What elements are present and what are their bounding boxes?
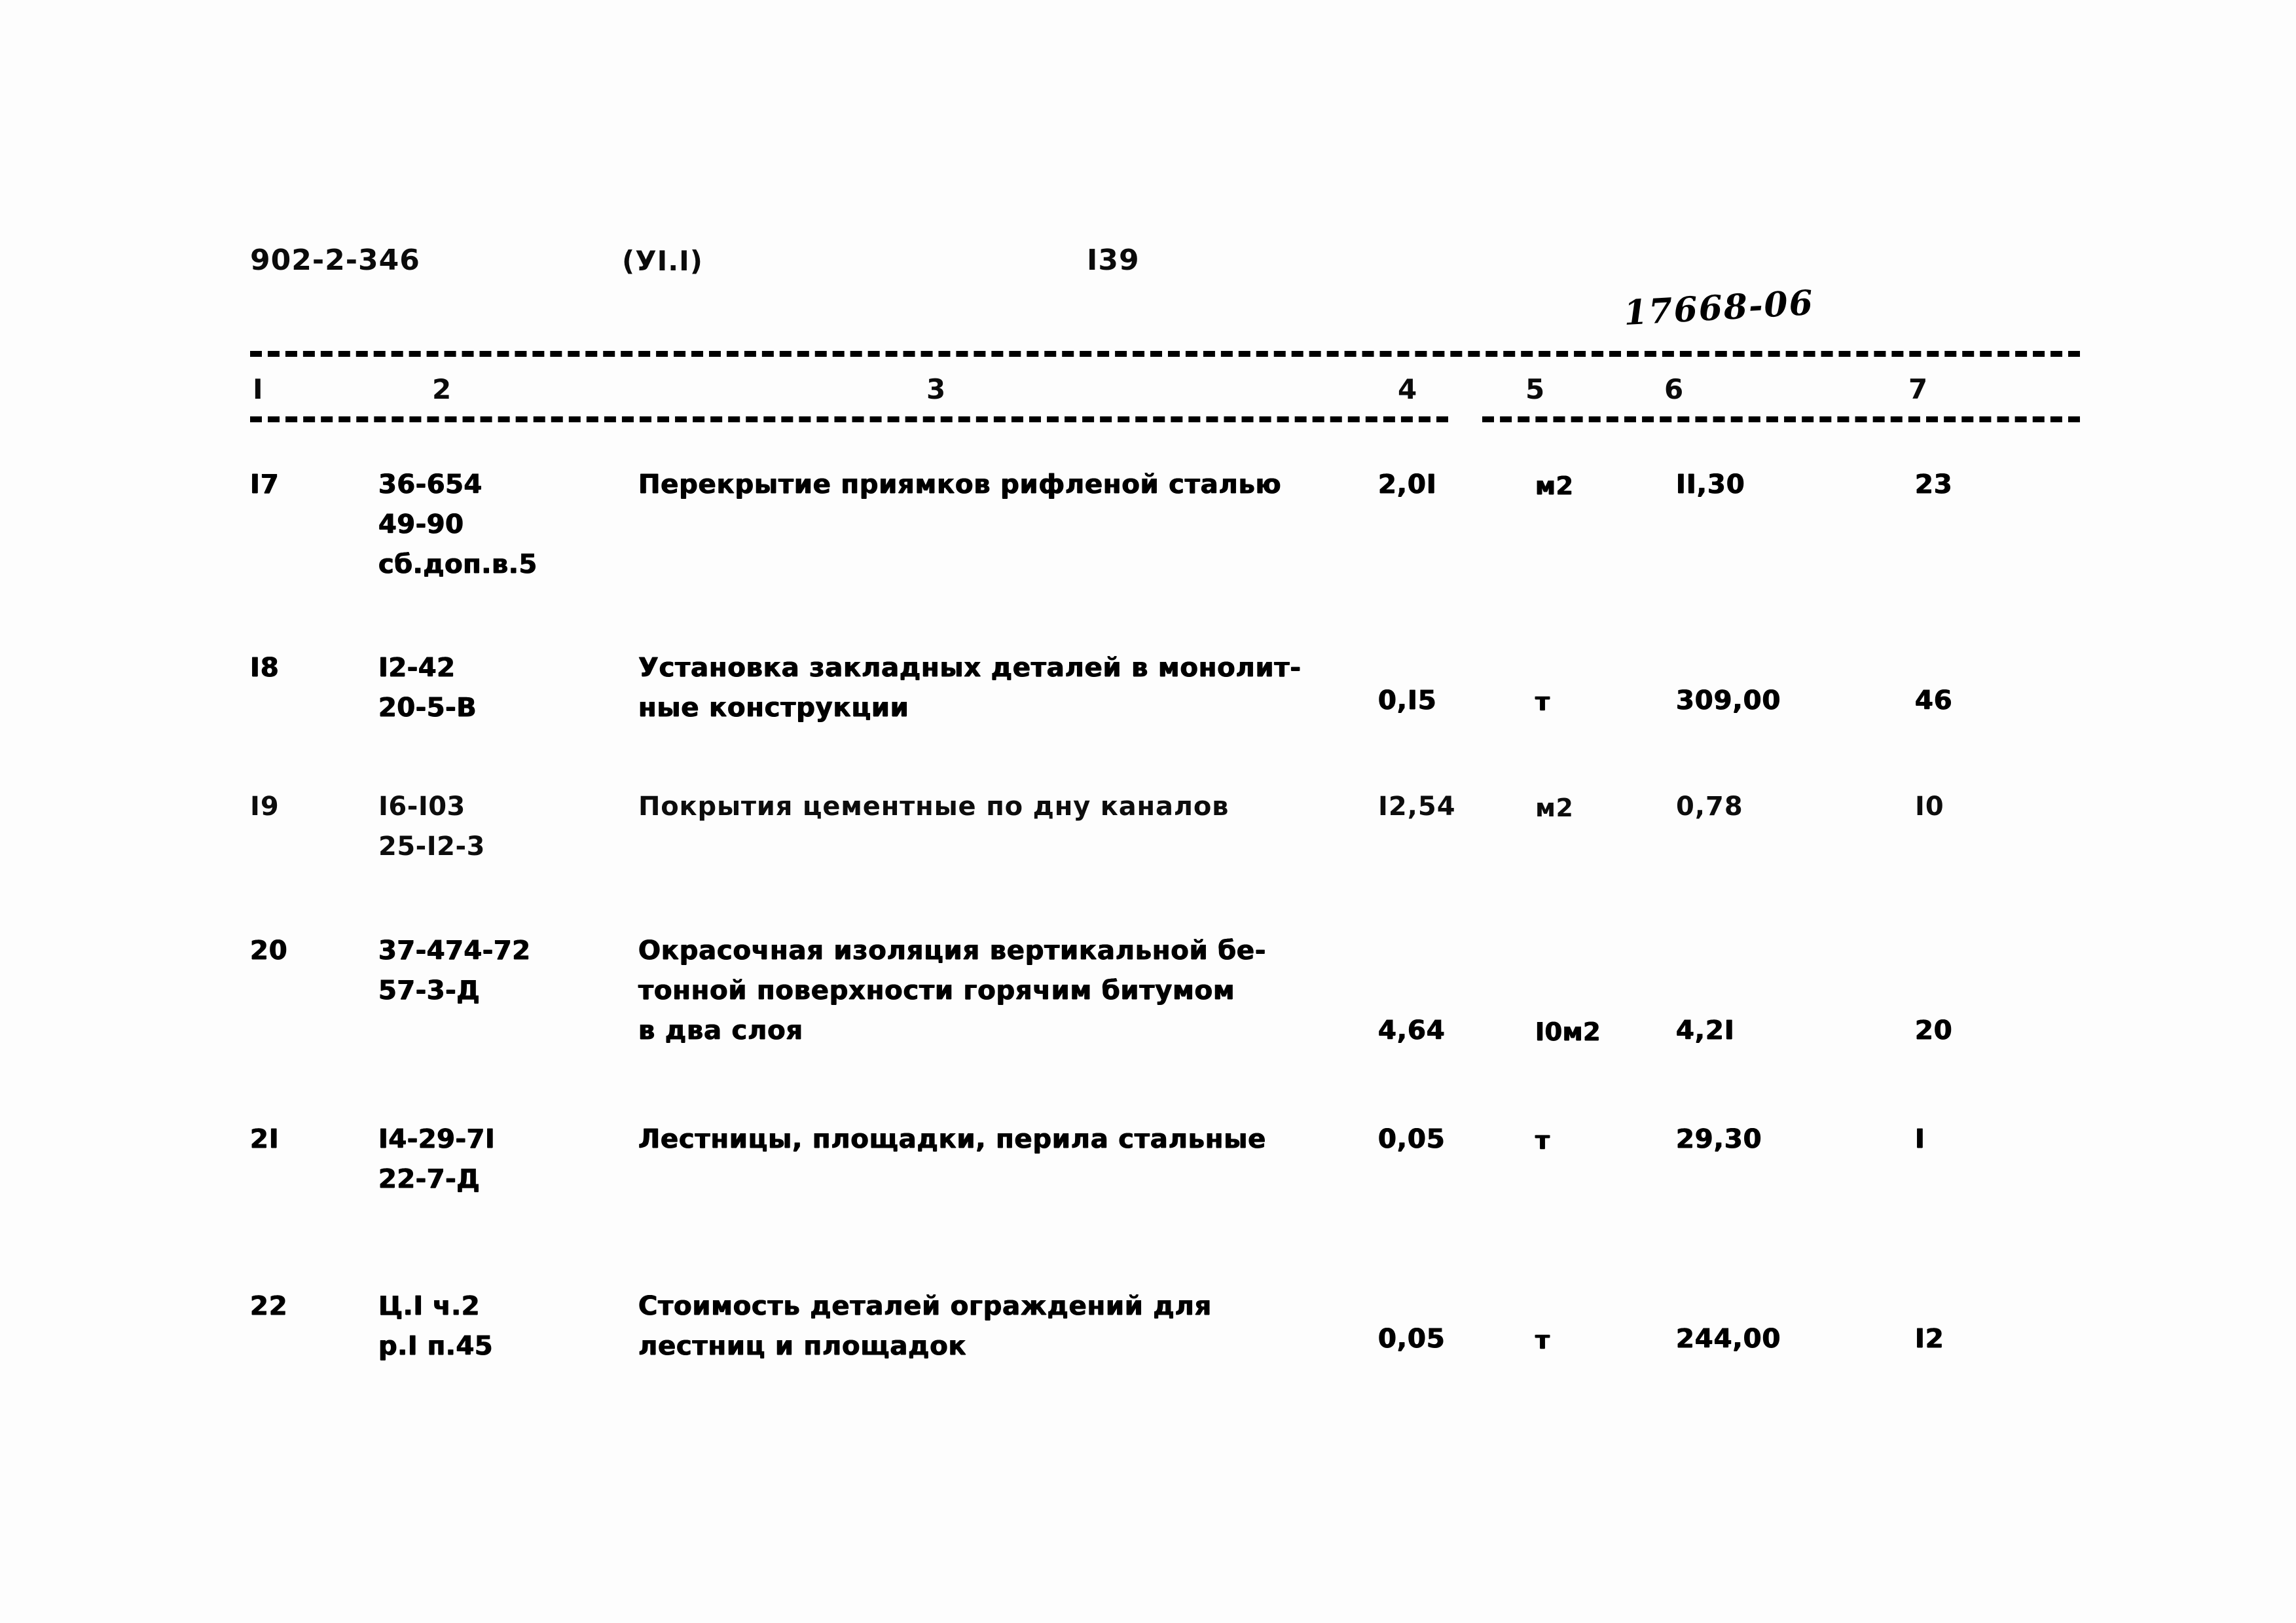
row-total: 20 xyxy=(1915,1015,1953,1046)
row-quantity: 4,64 xyxy=(1378,1015,1446,1046)
table-row: I9 I6-I03 25-I2-3 Покрытия цементные по дн… xyxy=(0,787,2296,938)
row-description: Перекрытие приямков рифленой сталью xyxy=(638,469,1282,500)
row-price: 29,30 xyxy=(1676,1124,1762,1154)
handwritten-archive-note: 17668-06 xyxy=(1622,282,1815,334)
column-header-7: 7 xyxy=(1908,373,1928,405)
row-price: II,30 xyxy=(1676,469,1745,500)
row-total: I0 xyxy=(1915,792,1944,822)
row-number: I9 xyxy=(250,792,280,822)
row-code: 37-474-72 57-3-Д xyxy=(378,936,531,1006)
document-section: (УI.I) xyxy=(622,245,703,277)
column-header-5: 5 xyxy=(1525,373,1545,405)
row-unit: т xyxy=(1535,1326,1550,1355)
table-row: 20 37-474-72 57-3-Д Окрасочная изоляция ве… xyxy=(0,931,2296,1082)
row-description: Лестницы, площадки, перила стальные xyxy=(638,1124,1267,1154)
row-price: 309,00 xyxy=(1676,685,1781,716)
document-code: 902-2-346 xyxy=(250,244,420,277)
column-header-1: I xyxy=(253,373,263,405)
row-unit: м2 xyxy=(1535,471,1574,500)
row-total: I xyxy=(1915,1124,1925,1154)
row-price: 4,2I xyxy=(1676,1015,1735,1046)
column-header-4: 4 xyxy=(1398,373,1417,405)
row-description: Покрытия цементные по дну каналов xyxy=(638,792,1230,822)
column-header-2: 2 xyxy=(432,373,452,405)
row-code: I6-I03 25-I2-3 xyxy=(378,792,485,862)
row-quantity: I2,54 xyxy=(1378,792,1456,822)
row-description: Установка закладных деталей в монолит- н… xyxy=(638,653,1302,723)
column-header-3: 3 xyxy=(926,373,946,405)
row-price: 0,78 xyxy=(1676,792,1743,822)
row-price: 244,00 xyxy=(1676,1324,1781,1354)
document-header: 902-2-346 (УI.I) I39 xyxy=(0,244,2296,289)
row-unit: т xyxy=(1535,1126,1550,1155)
row-quantity: 0,05 xyxy=(1378,1324,1446,1354)
row-quantity: 0,05 xyxy=(1378,1124,1446,1154)
row-number: 20 xyxy=(250,936,288,966)
page-number: I39 xyxy=(1087,244,1140,277)
table-header-rule-right xyxy=(1482,416,2080,422)
row-code: Ц.I ч.2 р.I п.45 xyxy=(378,1291,494,1361)
row-unit: м2 xyxy=(1535,793,1574,822)
table-row: 22 Ц.I ч.2 р.I п.45 Стоимость деталей огра… xyxy=(0,1286,2296,1437)
row-number: 22 xyxy=(250,1291,288,1321)
row-number: 2I xyxy=(250,1124,280,1154)
table-row: I8 I2-42 20-5-В Установка закладных детале… xyxy=(0,648,2296,799)
row-quantity: 0,I5 xyxy=(1378,685,1437,716)
row-number: I7 xyxy=(250,469,280,500)
scanned-document-page: 902-2-346 (УI.I) I39 17668-06 I 2 3 4 5 … xyxy=(0,0,2296,1623)
table-top-rule xyxy=(250,351,2080,357)
table-row: I7 36-654 49-90 сб.доп.в.5 Перекрытие прия… xyxy=(0,465,2296,615)
row-unit: I0м2 xyxy=(1535,1017,1601,1046)
table-header-rule-left xyxy=(250,416,1448,422)
table-row: 2I I4-29-7I 22-7-Д Лестницы, площадки, пер… xyxy=(0,1120,2296,1270)
row-code: I4-29-7I 22-7-Д xyxy=(378,1124,496,1194)
column-header-6: 6 xyxy=(1664,373,1684,405)
row-total: 46 xyxy=(1915,685,1953,716)
table-column-headers: I 2 3 4 5 6 7 xyxy=(0,373,2296,410)
row-description: Стоимость деталей ограждений для лестниц… xyxy=(638,1291,1212,1361)
row-quantity: 2,0I xyxy=(1378,469,1437,500)
row-total: 23 xyxy=(1915,469,1953,500)
row-code: I2-42 20-5-В xyxy=(378,653,477,723)
row-total: I2 xyxy=(1915,1324,1944,1354)
row-number: I8 xyxy=(250,653,280,683)
row-code: 36-654 49-90 сб.доп.в.5 xyxy=(378,469,538,579)
row-description: Окрасочная изоляция вертикальной бе- тон… xyxy=(638,936,1267,1046)
row-unit: т xyxy=(1535,687,1550,716)
